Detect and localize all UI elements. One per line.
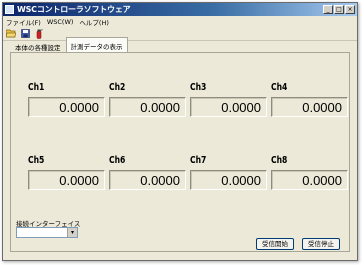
chevron-down-icon[interactable]: ▾ <box>67 228 77 237</box>
title-bar[interactable]: WSCコントローラソフトウェア _ □ × <box>3 3 357 16</box>
menu-help[interactable]: ヘルプ(H) <box>79 17 108 27</box>
ch6-label: Ch6 <box>109 155 126 166</box>
ch5-value: 0.0000 <box>28 170 105 190</box>
ch8-value: 0.0000 <box>271 170 348 190</box>
ch5-label: Ch5 <box>28 155 45 166</box>
ch2-value: 0.0000 <box>109 97 186 117</box>
ch2-label: Ch2 <box>109 82 126 93</box>
ch3-value: 0.0000 <box>190 97 267 117</box>
interface-select[interactable]: ▾ <box>16 227 78 238</box>
fire-extinguisher-icon[interactable] <box>34 28 44 39</box>
menu-bar: ファイル(F) WSC(W) ヘルプ(H) <box>3 16 357 27</box>
ch8-label: Ch8 <box>271 155 288 166</box>
maximize-button[interactable]: □ <box>334 5 344 14</box>
save-icon[interactable] <box>20 29 30 39</box>
ch3-label: Ch3 <box>190 82 207 93</box>
ch4-label: Ch4 <box>271 82 288 93</box>
folder-open-icon[interactable] <box>6 29 16 39</box>
ch1-label: Ch1 <box>28 82 45 93</box>
menu-wsc[interactable]: WSC(W) <box>47 18 74 26</box>
ch4-value: 0.0000 <box>271 97 348 117</box>
ch6-value: 0.0000 <box>109 170 186 190</box>
start-receive-button[interactable]: 受信開始 <box>256 238 294 250</box>
close-button[interactable]: × <box>345 5 355 14</box>
ch7-value: 0.0000 <box>190 170 267 190</box>
minimize-button[interactable]: _ <box>323 5 333 14</box>
tab-strip: 本体の各種設定 計測データの表示 <box>10 37 128 52</box>
window-title: WSCコントローラソフトウェア <box>17 5 131 14</box>
ch1-value: 0.0000 <box>28 97 105 117</box>
tab-device-settings[interactable]: 本体の各種設定 <box>10 38 66 52</box>
app-icon <box>5 5 14 14</box>
tab-measurement-display[interactable]: 計測データの表示 <box>65 37 128 52</box>
menu-file[interactable]: ファイル(F) <box>6 17 41 27</box>
ch7-label: Ch7 <box>190 155 207 166</box>
stop-receive-button[interactable]: 受信停止 <box>302 238 340 250</box>
